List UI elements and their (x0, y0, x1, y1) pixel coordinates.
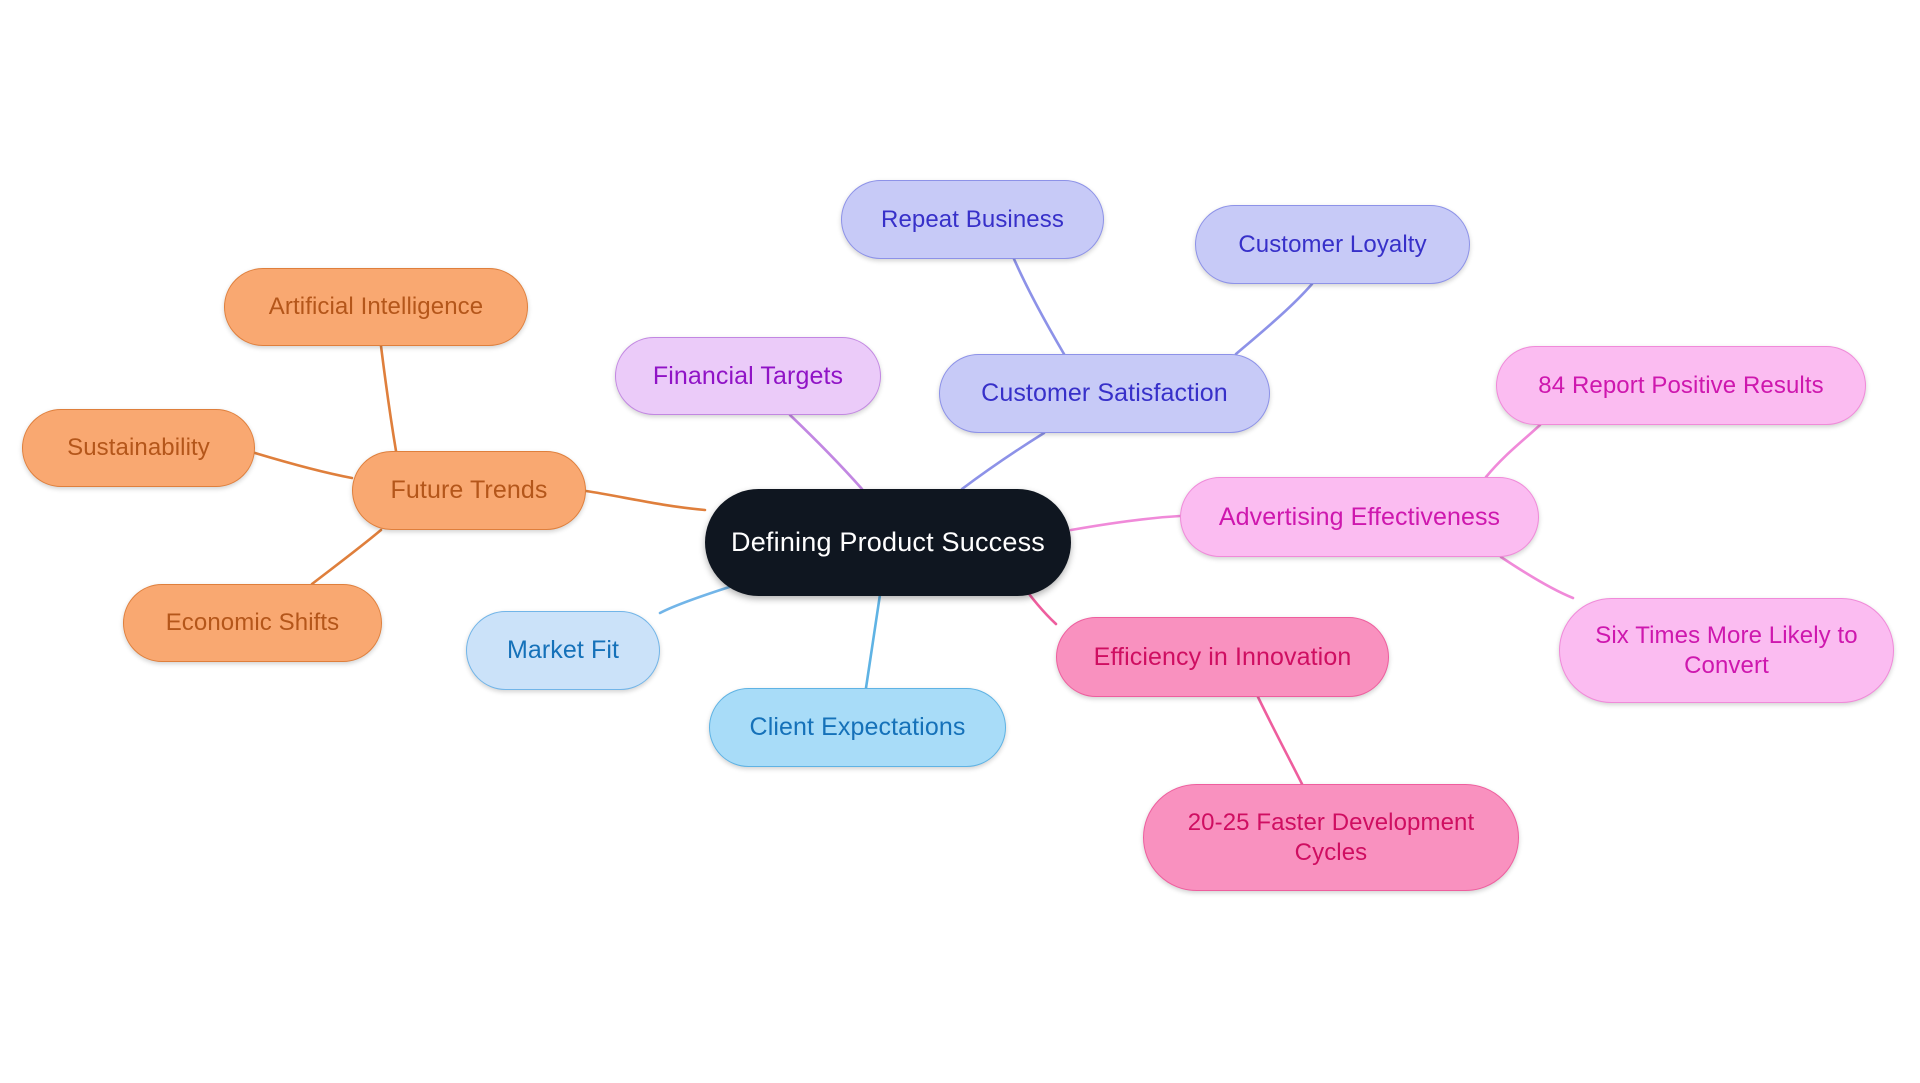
mindmap-node-market-fit[interactable]: Market Fit (466, 611, 660, 690)
mindmap-node-label: Economic Shifts (165, 609, 340, 637)
mindmap-node-customer-loyalty[interactable]: Customer Loyalty (1195, 205, 1470, 284)
mindmap-node-label: 84 Report Positive Results (1538, 371, 1824, 399)
mindmap-node-financial-targets[interactable]: Financial Targets (615, 337, 881, 415)
mindmap-node-root[interactable]: Defining Product Success (705, 489, 1071, 596)
edge-cs-repeat-business (1012, 257, 1066, 356)
edge-root-advertising (1069, 514, 1182, 532)
mindmap-node-economic-shifts[interactable]: Economic Shifts (123, 584, 382, 662)
mindmap-node-sustainability[interactable]: Sustainability (22, 409, 255, 487)
mindmap-node-label: Efficiency in Innovation (1093, 642, 1352, 671)
mindmap-node-label: Six Times More Likely to Convert (1595, 622, 1858, 679)
mindmap-node-label: Customer Loyalty (1238, 230, 1427, 258)
edge-adv-six-times (1499, 555, 1575, 600)
mindmap-node-faster-development-cycles[interactable]: 20-25 Faster Development Cycles (1143, 784, 1519, 891)
mindmap-node-advertising-effectiveness[interactable]: Advertising Effectiveness (1180, 477, 1539, 557)
mindmap-canvas: Defining Product Success Future Trends Art… (0, 0, 1920, 1083)
mindmap-node-efficiency-in-innovation[interactable]: Efficiency in Innovation (1056, 617, 1389, 697)
mindmap-node-label: Sustainability (67, 434, 210, 462)
edge-future-trends-ai (379, 344, 398, 453)
mindmap-node-label: 20-25 Faster Development Cycles (1187, 809, 1475, 866)
edge-root-client-expectations (864, 580, 884, 690)
mindmap-node-label: Customer Satisfaction (981, 379, 1228, 408)
mindmap-node-report-positive-results[interactable]: 84 Report Positive Results (1496, 346, 1866, 425)
edge-eff-faster-cycles (1256, 695, 1304, 786)
mindmap-node-repeat-business[interactable]: Repeat Business (841, 180, 1104, 259)
edge-adv-positive-results (1484, 423, 1542, 479)
mindmap-node-label: Defining Product Success (731, 527, 1045, 558)
edge-future-trends-sustainability (253, 451, 354, 480)
edge-root-customer-satisfaction (960, 431, 1046, 491)
mindmap-node-client-expectations[interactable]: Client Expectations (709, 688, 1006, 767)
mindmap-node-six-times-more-likely[interactable]: Six Times More Likely to Convert (1559, 598, 1894, 703)
edge-root-future-trends (584, 489, 707, 512)
mindmap-node-label: Market Fit (506, 636, 620, 665)
mindmap-node-customer-satisfaction[interactable]: Customer Satisfaction (939, 354, 1270, 433)
mindmap-node-label: Advertising Effectiveness (1218, 502, 1501, 531)
mindmap-node-artificial-intelligence[interactable]: Artificial Intelligence (224, 268, 528, 346)
mindmap-node-label: Client Expectations (749, 713, 966, 742)
mindmap-node-label: Future Trends (390, 476, 548, 505)
edge-cs-customer-loyalty (1234, 282, 1314, 356)
edge-future-trends-economic (310, 528, 383, 586)
mindmap-node-future-trends[interactable]: Future Trends (352, 451, 586, 530)
mindmap-node-label: Artificial Intelligence (268, 293, 484, 321)
edge-root-financial-targets (788, 413, 864, 491)
mindmap-node-label: Financial Targets (652, 361, 844, 390)
mindmap-node-label: Repeat Business (881, 205, 1064, 233)
